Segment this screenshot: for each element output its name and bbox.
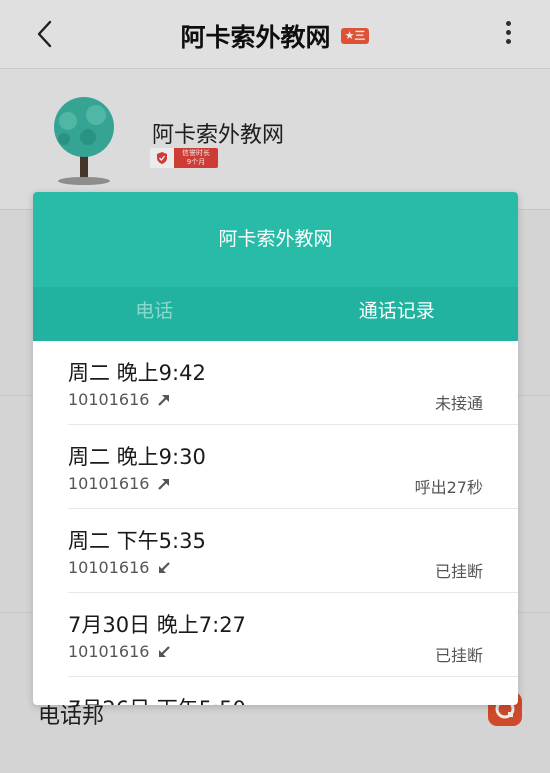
- call-number-row: 10101616: [68, 474, 171, 493]
- call-number-row: 10101616: [68, 390, 171, 409]
- call-number: 10101616: [68, 642, 150, 661]
- call-time: 周二 下午5:35: [68, 529, 206, 553]
- call-log-item[interactable]: 7月26日 下午5:50: [68, 677, 518, 705]
- call-number: 10101616: [68, 474, 150, 493]
- call-log-item[interactable]: 周二 下午5:35 10101616 已挂断: [68, 509, 518, 593]
- tab-phone[interactable]: 电话: [33, 287, 276, 341]
- tab-call-log[interactable]: 通话记录: [276, 287, 519, 341]
- call-time: 周二 晚上9:30: [68, 445, 206, 469]
- call-time: 周二 晚上9:42: [68, 361, 206, 385]
- arrow-up-right-icon: [158, 394, 170, 406]
- call-number-row: 10101616: [68, 558, 171, 577]
- call-log-list: 周二 晚上9:42 10101616 未接通 周二 晚上9:30 1010161…: [33, 341, 518, 705]
- call-number: 10101616: [68, 390, 150, 409]
- arrow-down-left-icon: [159, 645, 171, 657]
- dialog-title: 阿卡索外教网: [33, 192, 518, 287]
- dialog-tabs: 电话 通话记录: [33, 287, 518, 341]
- call-log-item[interactable]: 7月30日 晚上7:27 10101616 已挂断: [68, 593, 518, 677]
- call-dialog: 阿卡索外教网 电话 通话记录 周二 晚上9:42 10101616 未接通 周二…: [33, 192, 518, 705]
- call-status: 呼出27秒: [414, 478, 483, 497]
- arrow-up-right-icon: [158, 478, 170, 490]
- call-log-item[interactable]: 周二 晚上9:30 10101616 呼出27秒: [68, 425, 518, 509]
- call-time: 7月26日 下午5:50: [68, 693, 246, 705]
- call-time: 7月30日 晚上7:27: [68, 613, 246, 637]
- call-number-row: 10101616: [68, 642, 171, 661]
- call-status: 已挂断: [434, 646, 483, 665]
- call-log-item[interactable]: 周二 晚上9:42 10101616 未接通: [68, 341, 518, 425]
- call-number: 10101616: [68, 558, 150, 577]
- call-status: 未接通: [434, 394, 483, 413]
- call-status: 已挂断: [434, 562, 483, 581]
- arrow-down-left-icon: [159, 561, 171, 573]
